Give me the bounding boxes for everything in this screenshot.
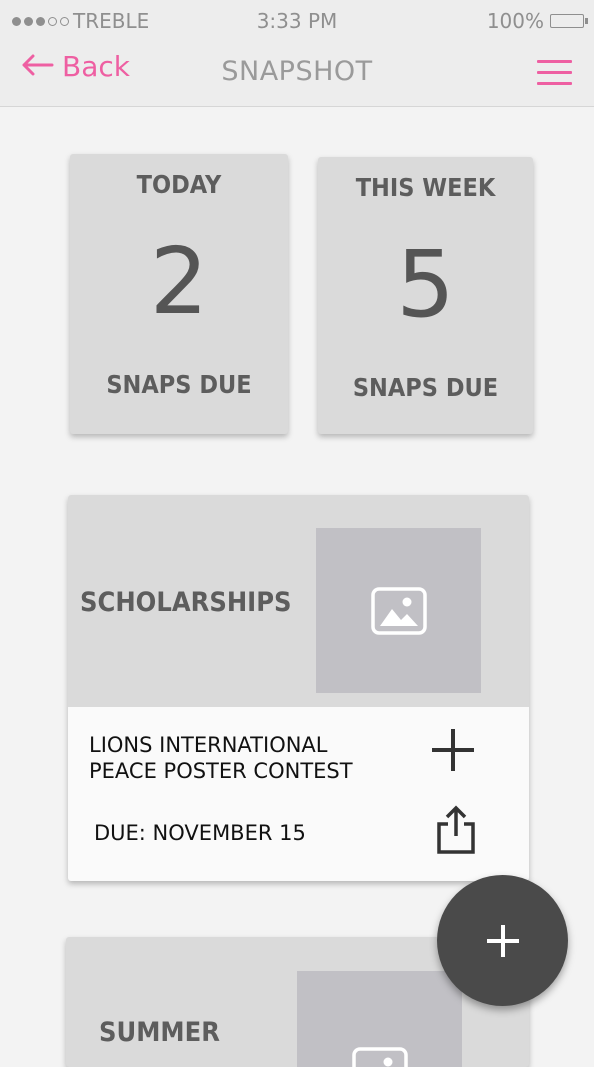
add-icon[interactable] [430,727,476,773]
page-title: SNAPSHOT [221,56,373,87]
stat-card-this-week[interactable]: THIS WEEK 5 SNAPS DUE [318,157,533,434]
share-icon[interactable] [436,805,476,855]
nav-bar: Back SNAPSHOT [0,44,594,107]
due-date: DUE: NOVEMBER 15 [94,821,306,845]
stat-count: 5 [396,231,455,338]
stat-footer: SNAPS DUE [352,373,499,402]
stat-card-today[interactable]: TODAY 2 SNAPS DUE [70,154,288,434]
stat-count: 2 [149,228,209,335]
opportunity-name: LIONS INTERNATIONAL PEACE POSTER CONTEST [89,733,353,783]
stat-footer: SNAPS DUE [106,370,252,399]
plus-icon [486,924,519,957]
hamburger-menu-icon[interactable] [537,58,572,86]
card-header: SCHOLARSHIPS [68,495,529,707]
image-placeholder-icon [316,528,481,693]
battery-indicator: 100% [486,9,588,33]
card-category: SCHOLARSHIPS [80,587,292,618]
stat-heading: THIS WEEK [355,173,496,202]
battery-percent: 100% [486,9,544,33]
image-placeholder-icon [297,971,462,1067]
opportunity-card[interactable]: SCHOLARSHIPS LIONS INTERNATIONAL PEACE P… [68,495,529,881]
stat-heading: TODAY [136,170,222,199]
add-fab-button[interactable] [437,875,568,1006]
battery-icon [550,14,588,28]
card-category: SUMMER [99,1017,220,1048]
status-bar: TREBLE 3:33 PM 100% [0,0,594,44]
